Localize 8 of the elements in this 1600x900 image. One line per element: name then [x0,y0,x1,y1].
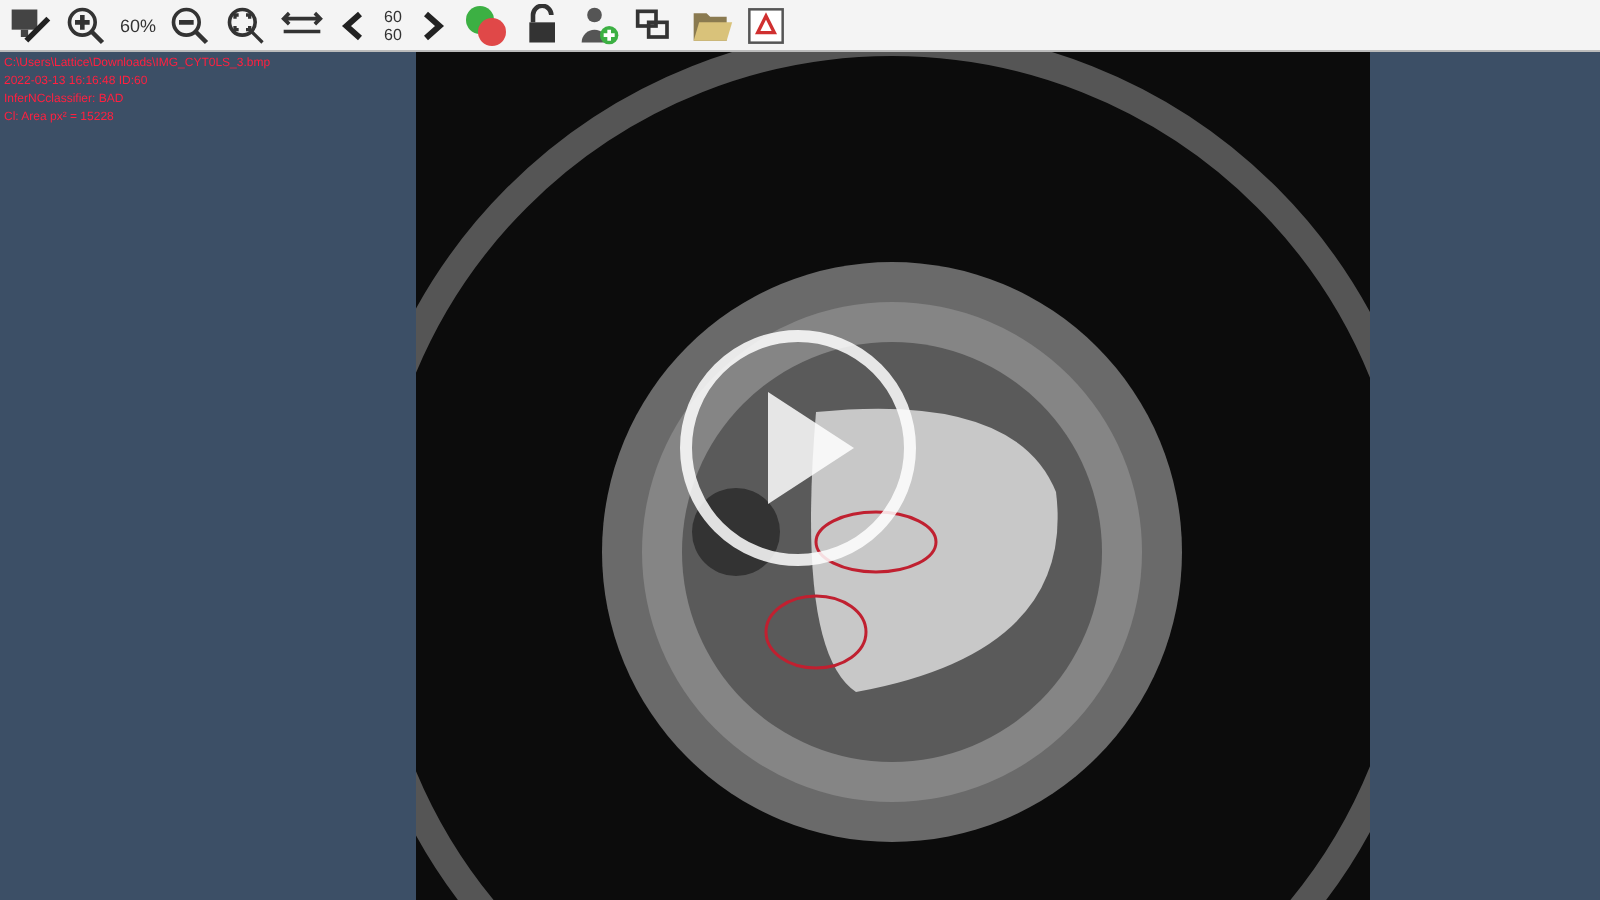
counter-bottom: 60 [384,25,402,43]
zoom-fit-icon[interactable] [224,3,269,47]
zoom-in-icon[interactable] [64,3,108,47]
play-icon[interactable] [678,328,918,568]
zoom-out-icon[interactable] [168,3,213,47]
counter-top: 60 [384,7,402,25]
user-add-icon[interactable] [577,3,622,47]
zoom-level: 60% [120,15,157,35]
